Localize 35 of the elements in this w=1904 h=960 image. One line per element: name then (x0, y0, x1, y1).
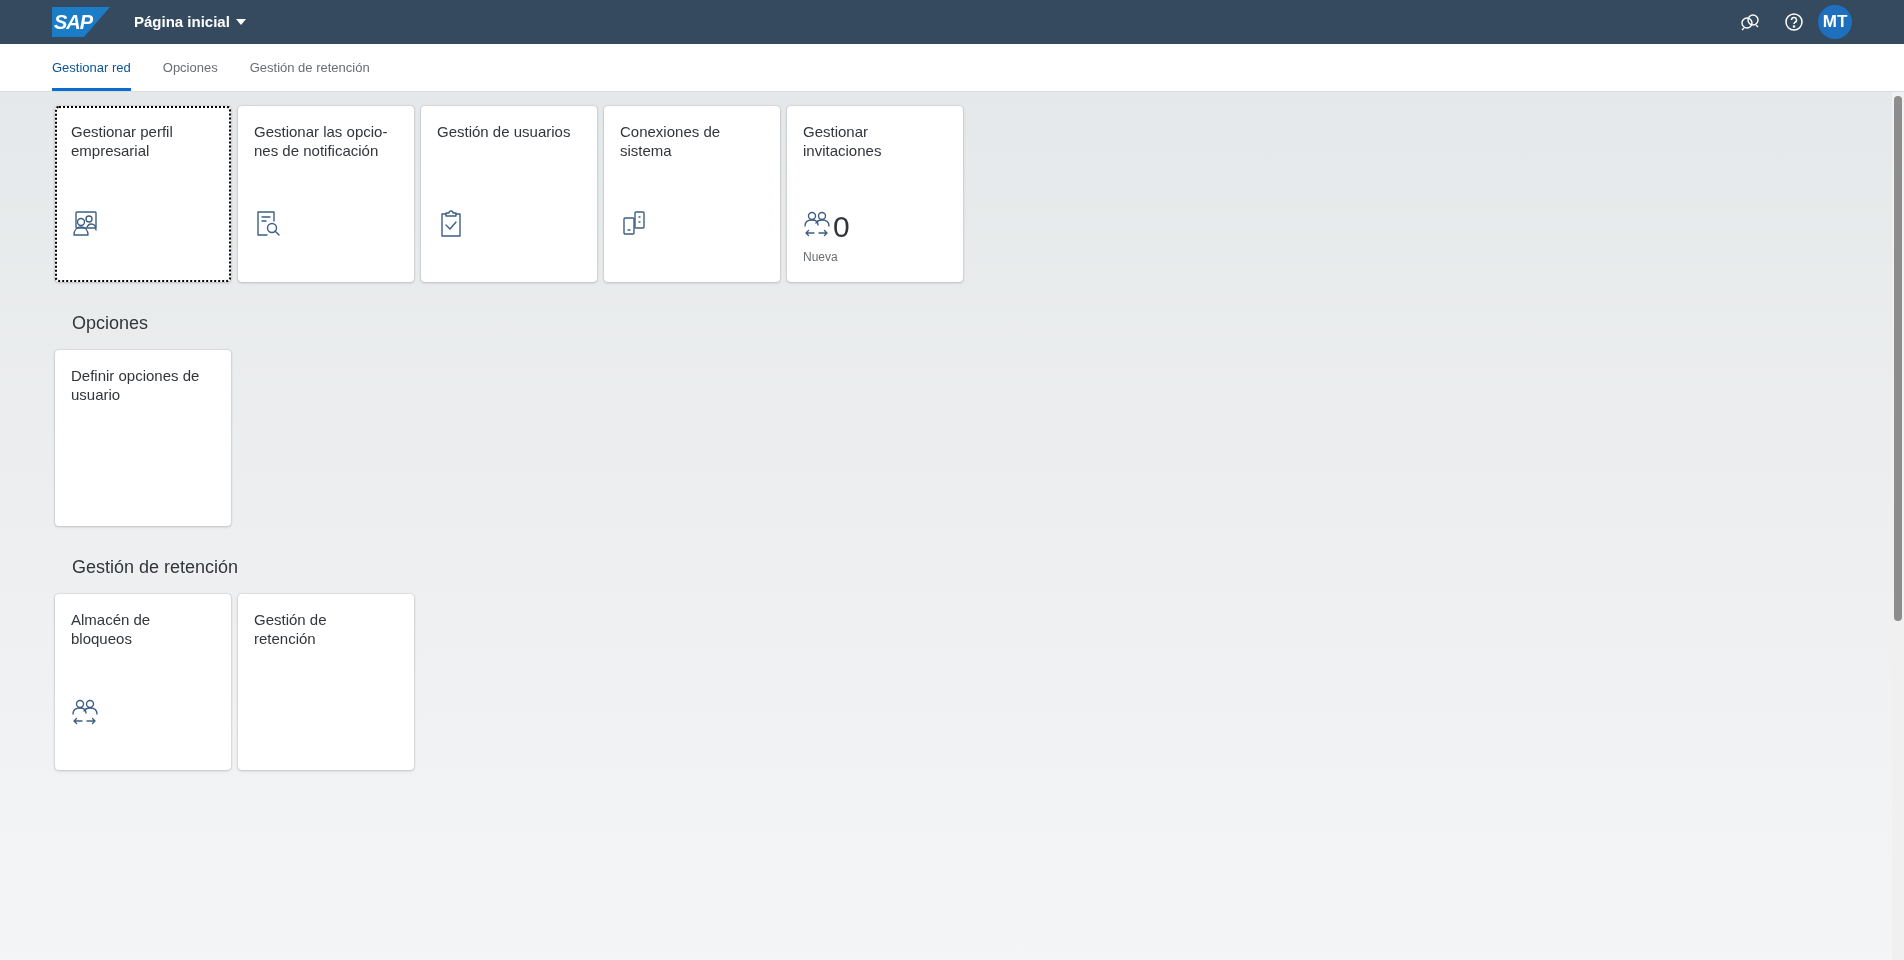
app-tile[interactable]: Conexiones de sistema (604, 106, 780, 282)
home-menu-button[interactable]: Página inicial (134, 10, 246, 34)
tile-footer: Nueva (803, 248, 838, 266)
people-card-icon (71, 210, 99, 238)
tile-count: 0 (833, 210, 850, 244)
document-search-icon (254, 210, 282, 238)
devices-icon (620, 210, 648, 238)
tab[interactable]: Gestionar red (52, 44, 131, 91)
feedback-icon[interactable] (1740, 12, 1760, 32)
tab[interactable]: Gestión de retención (249, 44, 370, 91)
app-tile[interactable]: Gestionar perfil empresarial (55, 106, 231, 282)
people-arrows-icon (803, 210, 831, 238)
tab[interactable]: Opciones (162, 44, 218, 91)
section-title: Opciones (71, 311, 149, 335)
tile-title: Definir opciones de usuario (71, 366, 201, 404)
tile-title: Gestionar las opcio- nes de notificación (254, 122, 389, 160)
tile-title: Gestionar invitaciones (803, 122, 883, 160)
tile-title: Almacén de bloqueos (71, 610, 152, 648)
app-tile[interactable]: Gestionar las opcio- nes de notificación (238, 106, 414, 282)
section-title: Gestión de retención (71, 555, 239, 579)
app-tile[interactable]: Gestión de retención (238, 594, 414, 770)
tile-title: Gestión de usuarios (437, 122, 572, 141)
help-icon[interactable] (1784, 12, 1804, 32)
app-tile[interactable]: Gestión de usuarios (421, 106, 597, 282)
app-tile[interactable]: Definir opciones de usuario (55, 350, 231, 526)
tile-title: Gestión de retención (254, 610, 328, 648)
tile-title: Gestionar perfil empresarial (71, 122, 174, 160)
user-avatar[interactable]: MT (1818, 5, 1852, 39)
scrollbar[interactable] (1892, 92, 1904, 960)
app-tile[interactable]: Almacén de bloqueos (55, 594, 231, 770)
app-tile[interactable]: Gestionar invitaciones 0 Nueva (787, 106, 963, 282)
caret-icon (235, 19, 246, 25)
sap-logo[interactable]: SAP (52, 7, 110, 37)
people-arrows-icon (71, 698, 99, 726)
tile-title: Conexiones de sistema (620, 122, 722, 160)
